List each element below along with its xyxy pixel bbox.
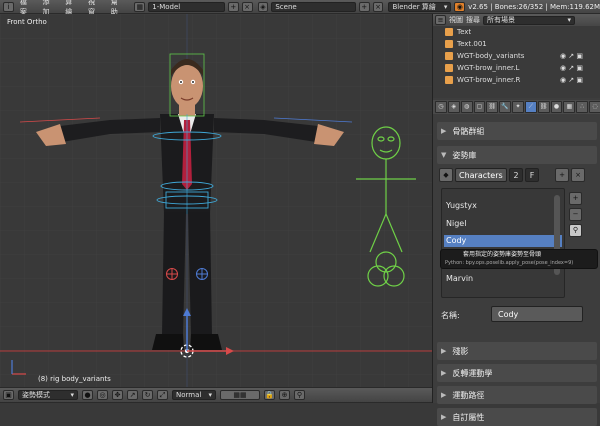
top-header: i 檔案 添加 算繪 視窗 幫助 ▦ 1-Model + × ◈ Scene +… xyxy=(0,0,600,16)
info-editor-icon[interactable]: i xyxy=(3,1,14,12)
outliner-row[interactable]: Text.001 xyxy=(433,38,600,50)
unlink-library-icon[interactable]: × xyxy=(571,168,585,182)
manipulator-icon[interactable]: ✥ xyxy=(112,390,123,400)
visibility-eye-icon[interactable]: ◉ ↗ ▣ xyxy=(560,52,583,60)
blender-logo-icon: ◉ xyxy=(454,1,466,12)
apply-pose-icon[interactable]: ⚲ xyxy=(569,224,582,237)
bone-tab-icon[interactable]: ⟋ xyxy=(524,101,537,113)
bone-constraints-tab-icon[interactable]: ⛓ xyxy=(537,101,550,113)
scene-icon[interactable]: ◈ xyxy=(257,1,269,12)
library-name-field[interactable]: Characters xyxy=(455,168,507,182)
expanded-triangle-icon: ▼ xyxy=(441,151,447,159)
ik-panel-header[interactable]: ▶ 反轉運動學 xyxy=(437,364,597,382)
custom-properties-panel-header[interactable]: ▶ 自訂屬性 xyxy=(437,408,597,426)
constraints-tab-icon[interactable]: ⛓ xyxy=(486,101,499,113)
pose-list[interactable]: Yugstyx Nigel Cody Marvin xyxy=(441,188,565,298)
scene-field[interactable]: Scene xyxy=(271,1,356,12)
snap-icon[interactable]: ⊕ xyxy=(279,390,290,400)
list-item[interactable]: Marvin xyxy=(446,274,473,283)
modifiers-tab-icon[interactable]: 🔧 xyxy=(499,101,512,113)
outliner-row[interactable]: Text xyxy=(433,26,600,38)
lock-icon[interactable]: 🔒 xyxy=(264,390,275,400)
outliner[interactable]: ≡ 視圖 搜尋 所有場景 ▾ Text Text.001 WGT-body_var… xyxy=(433,14,600,98)
orientation-select[interactable]: Normal ▾ xyxy=(172,390,216,400)
viewport-header: ▣ 姿勢模式 ▾ ● ◎ ✥ ↗ ↻ ⤢ Normal ▾ ▦▦ 🔒 ⊕ ⚲ xyxy=(0,387,432,403)
render-engine-select[interactable]: Blender 算繪 ▾ xyxy=(388,1,452,12)
rotate-icon[interactable]: ↻ xyxy=(142,390,153,400)
physics-tab-icon[interactable]: ◌ xyxy=(589,101,600,113)
collapsed-triangle-icon: ▶ xyxy=(441,413,447,421)
remove-pose-icon[interactable]: − xyxy=(569,208,582,221)
translate-icon[interactable]: ↗ xyxy=(127,390,138,400)
visibility-eye-icon[interactable]: ◉ ↗ ▣ xyxy=(560,64,583,72)
add-scene-icon[interactable]: + xyxy=(358,1,370,12)
tooltip: 套用指定的姿勢庫姿勢至骨頭 Python: bpy.ops.poselib.ap… xyxy=(440,249,598,269)
render-tab-icon[interactable]: ◷ xyxy=(435,101,447,113)
collapsed-triangle-icon: ▶ xyxy=(441,369,447,377)
library-users-count: 2 xyxy=(509,168,523,182)
object-tab-icon[interactable]: ▢ xyxy=(473,101,486,113)
outliner-scene-select[interactable]: 所有場景 ▾ xyxy=(483,15,575,25)
shading-solid-icon[interactable]: ● xyxy=(82,390,93,400)
remove-layout-icon[interactable]: × xyxy=(241,1,253,12)
object-label: (8) rig body_variants xyxy=(38,375,111,383)
outliner-row[interactable]: WGT-brow_inner.R ◉ ↗ ▣ xyxy=(433,74,600,86)
ghost-panel-header[interactable]: ▶ 殘影 xyxy=(437,342,597,360)
bone-groups-panel-header[interactable]: ▶ 骨骼群組 xyxy=(437,122,597,140)
outliner-row[interactable]: WGT-brow_inner.L ◉ ↗ ▣ xyxy=(433,62,600,74)
mesh-object-icon xyxy=(445,64,453,72)
render-icon[interactable]: ⚲ xyxy=(294,390,305,400)
action-browse-icon[interactable]: ◆ xyxy=(439,168,453,182)
tooltip-python: Python: bpy.ops.poselib.apply_pose(pose_… xyxy=(445,260,574,266)
add-pose-icon[interactable]: + xyxy=(569,192,582,205)
remove-scene-icon[interactable]: × xyxy=(372,1,384,12)
texture-tab-icon[interactable]: ▦ xyxy=(563,101,576,113)
mode-select[interactable]: 姿勢模式 ▾ xyxy=(18,390,78,400)
outliner-view-label: 視圖 xyxy=(449,16,463,24)
screen-layout-field[interactable]: 1-Model xyxy=(148,1,225,12)
3d-viewport[interactable]: Front Ortho (8) rig body_variants xyxy=(0,14,432,387)
right-panel: ≡ 視圖 搜尋 所有場景 ▾ Text Text.001 WGT-body_var… xyxy=(432,14,600,426)
outliner-row[interactable]: WGT-body_variants ◉ ↗ ▣ xyxy=(433,50,600,62)
collapsed-triangle-icon: ▶ xyxy=(441,127,447,135)
outliner-search-label: 搜尋 xyxy=(466,16,480,24)
text-object-icon xyxy=(445,40,453,48)
motion-paths-panel-header[interactable]: ▶ 運動路徑 xyxy=(437,386,597,404)
particles-tab-icon[interactable]: ∴ xyxy=(576,101,589,113)
pose-name-input[interactable]: Cody xyxy=(491,306,583,322)
scene-tab-icon[interactable]: ◈ xyxy=(447,101,460,113)
viewport-canvas xyxy=(0,14,432,387)
name-label: 名稱: xyxy=(441,311,460,320)
add-layout-icon[interactable]: + xyxy=(227,1,239,12)
list-item[interactable]: Yugstyx xyxy=(446,201,477,210)
collapsed-triangle-icon: ▶ xyxy=(441,391,447,399)
data-tab-icon[interactable]: ✦ xyxy=(512,101,524,113)
view-label: Front Ortho xyxy=(7,18,47,26)
selected-list-item[interactable]: Cody xyxy=(444,235,562,247)
list-item[interactable]: Nigel xyxy=(446,219,466,228)
collapsed-triangle-icon: ▶ xyxy=(441,347,447,355)
new-library-icon[interactable]: + xyxy=(555,168,569,182)
mesh-object-icon xyxy=(445,52,453,60)
mesh-object-icon xyxy=(445,76,453,84)
world-tab-icon[interactable]: ◍ xyxy=(460,101,473,113)
pose-library-panel-header[interactable]: ▼ 姿勢庫 xyxy=(437,146,597,164)
material-tab-icon[interactable]: ● xyxy=(550,101,563,113)
editor-type-icon[interactable]: ▣ xyxy=(3,390,14,400)
properties-tabs: ◷ ◈ ◍ ▢ ⛓ 🔧 ✦ ⟋ ⛓ ● ▦ ∴ ◌ xyxy=(433,100,600,114)
stats-text: v2.65 | Bones:26/352 | Mem:119.62M xyxy=(468,2,600,11)
tooltip-text: 套用指定的姿勢庫姿勢至骨頭 xyxy=(463,251,542,258)
screen-layout-icon[interactable]: ▦ xyxy=(134,1,146,12)
visibility-eye-icon[interactable]: ◉ ↗ ▣ xyxy=(560,76,583,84)
text-object-icon xyxy=(445,28,453,36)
outliner-editor-icon[interactable]: ≡ xyxy=(435,15,446,25)
layer-buttons-icon[interactable]: ▦▦ xyxy=(220,390,260,400)
fake-user-button[interactable]: F xyxy=(525,168,539,182)
pivot-point-icon[interactable]: ◎ xyxy=(97,390,108,400)
scale-icon[interactable]: ⤢ xyxy=(157,390,168,400)
